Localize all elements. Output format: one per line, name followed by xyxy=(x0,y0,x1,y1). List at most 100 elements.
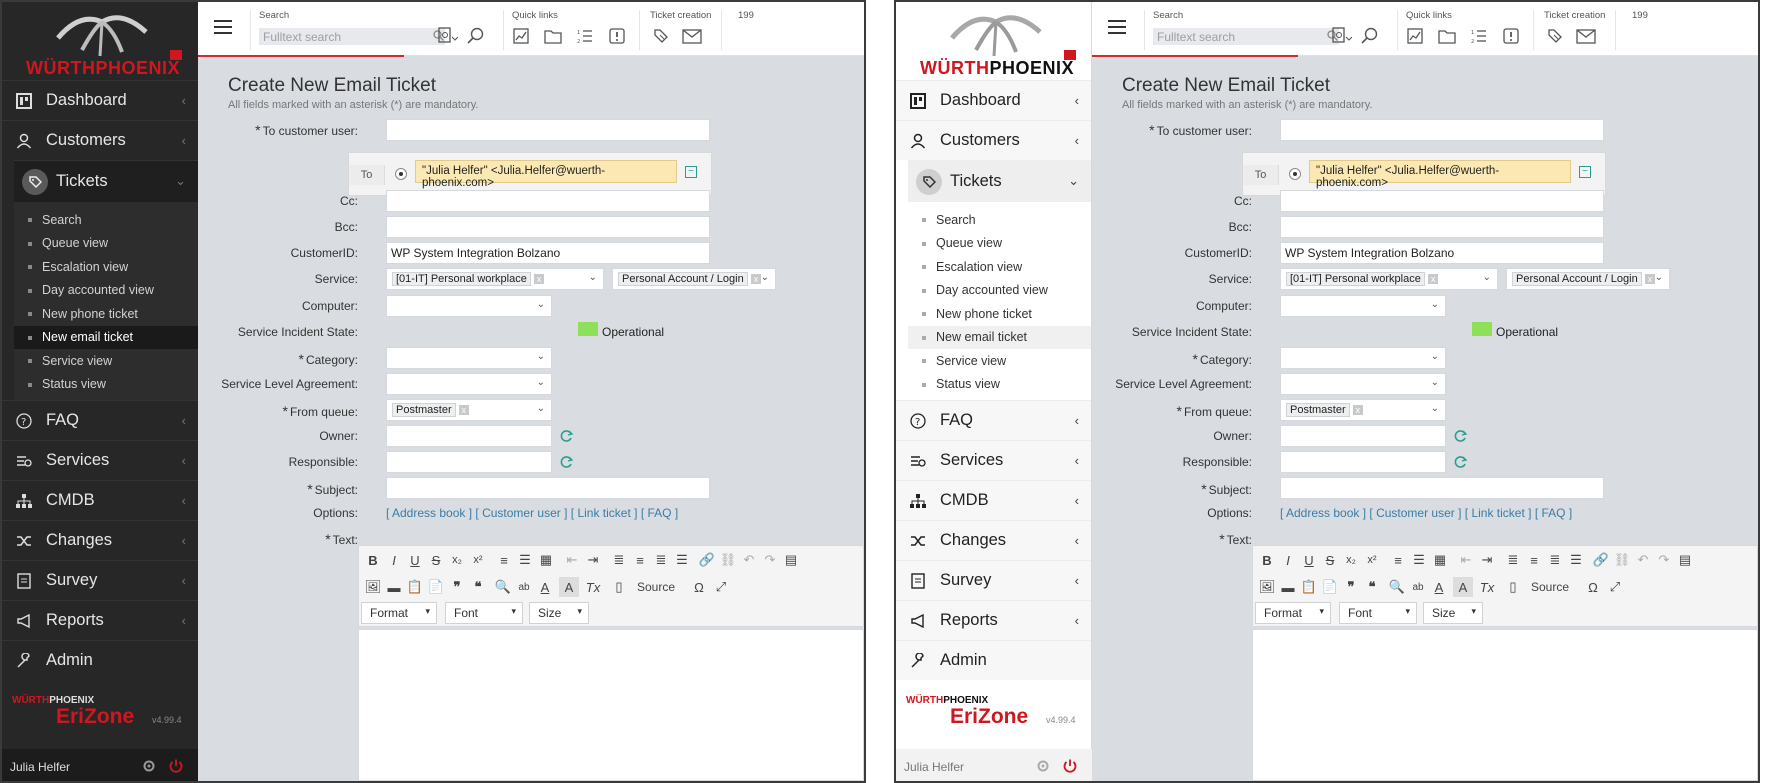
recipient-radio[interactable] xyxy=(395,168,407,180)
nav-survey[interactable]: Survey ‹ xyxy=(896,560,1091,600)
search-templates-icon[interactable] xyxy=(1332,26,1352,46)
chip-remove-icon[interactable]: x xyxy=(533,274,545,284)
link-ticket-link[interactable]: [ Link ticket ] xyxy=(571,506,638,520)
submenu-new-phone-ticket[interactable]: New phone ticket xyxy=(14,302,198,326)
table-icon[interactable]: ▦ xyxy=(1430,550,1450,570)
power-icon[interactable] xyxy=(1062,758,1078,777)
size-dropdown[interactable]: Size ▾ xyxy=(529,602,589,624)
customer-user-link[interactable]: [ Customer user ] xyxy=(475,506,567,520)
search-templates-icon[interactable] xyxy=(438,26,458,46)
nav-dashboard[interactable]: Dashboard ‹ xyxy=(896,80,1091,120)
bullet-list-icon[interactable]: ☰ xyxy=(1409,550,1429,570)
nav-tickets[interactable]: Tickets ⌄ xyxy=(14,160,198,202)
chart-icon[interactable] xyxy=(511,26,531,46)
computer-select[interactable]: ⌄ xyxy=(1280,295,1446,317)
format-dropdown[interactable]: Format ▾ xyxy=(1255,602,1331,624)
blockquote-icon[interactable]: ❞ xyxy=(1341,577,1361,597)
background-color-icon[interactable]: A xyxy=(559,577,579,597)
refresh-icon[interactable] xyxy=(1454,455,1468,469)
superscript-icon[interactable]: x² xyxy=(1362,550,1382,570)
submenu-day-accounted-view[interactable]: Day accounted view xyxy=(14,279,198,303)
recipient-radio[interactable] xyxy=(1289,168,1301,180)
special-char-icon[interactable]: Ω xyxy=(689,577,709,597)
power-icon[interactable] xyxy=(168,758,184,777)
font-dropdown[interactable]: Font ▾ xyxy=(445,602,523,624)
submenu-new-phone-ticket[interactable]: New phone ticket xyxy=(908,302,1091,326)
bcc-input[interactable] xyxy=(1280,216,1604,238)
nav-reports[interactable]: Reports ‹ xyxy=(896,600,1091,640)
maximize-icon[interactable]: ⤢ xyxy=(1605,577,1625,597)
service-sub-select[interactable]: Personal Account / Login x ⌄ xyxy=(1506,268,1670,290)
nav-tickets[interactable]: Tickets ⌄ xyxy=(908,160,1091,202)
envelope-icon[interactable] xyxy=(682,26,702,46)
paste-text-icon[interactable]: 📄 xyxy=(1320,577,1340,597)
bcc-input[interactable] xyxy=(386,216,710,238)
gear-icon[interactable] xyxy=(142,759,156,776)
subscript-icon[interactable]: x₂ xyxy=(1341,550,1361,570)
phone-ticket-icon[interactable] xyxy=(651,26,671,46)
folder-icon[interactable] xyxy=(1437,26,1457,46)
spellcheck-icon[interactable]: ▯ xyxy=(1503,577,1523,597)
sla-select[interactable]: ⌄ xyxy=(1280,373,1446,395)
gear-icon[interactable] xyxy=(1036,759,1050,776)
strikethrough-icon[interactable]: S xyxy=(426,550,446,570)
chip-remove-icon[interactable]: x xyxy=(458,405,470,415)
submenu-search[interactable]: Search xyxy=(908,208,1091,232)
subject-input[interactable] xyxy=(386,477,710,499)
maximize-icon[interactable]: ⤢ xyxy=(711,577,731,597)
remove-quote-icon[interactable]: ❝ xyxy=(1362,577,1382,597)
submenu-new-email-ticket[interactable]: New email ticket xyxy=(14,325,198,349)
redo-icon[interactable]: ↷ xyxy=(760,550,780,570)
chip-remove-icon[interactable]: x xyxy=(1427,274,1439,284)
chip-remove-icon[interactable]: x xyxy=(1352,405,1364,415)
ordered-list-icon[interactable]: 12 xyxy=(1469,26,1489,46)
envelope-icon[interactable] xyxy=(1576,26,1596,46)
background-color-icon[interactable]: A xyxy=(1453,577,1473,597)
horizontal-rule-icon[interactable]: ▬ xyxy=(384,577,404,597)
paste-icon[interactable]: 📋 xyxy=(405,577,425,597)
submenu-new-email-ticket[interactable]: New email ticket xyxy=(908,325,1091,349)
nav-changes[interactable]: Changes ‹ xyxy=(2,520,198,560)
refresh-icon[interactable] xyxy=(560,455,574,469)
bullet-list-icon[interactable]: ☰ xyxy=(515,550,535,570)
exclamation-icon[interactable] xyxy=(607,26,627,46)
font-dropdown[interactable]: Font ▾ xyxy=(1339,602,1417,624)
responsible-input[interactable] xyxy=(386,451,552,473)
refresh-icon[interactable] xyxy=(560,429,574,443)
find-icon[interactable]: 🔍 xyxy=(1387,577,1407,597)
unlink-icon[interactable]: ⛓ xyxy=(718,550,738,570)
owner-input[interactable] xyxy=(1280,425,1446,447)
cc-input[interactable] xyxy=(386,190,710,212)
nav-faq[interactable]: ? FAQ ‹ xyxy=(2,400,198,440)
bold-icon[interactable]: B xyxy=(1257,550,1277,570)
responsible-input[interactable] xyxy=(1280,451,1446,473)
fulltext-search-input[interactable] xyxy=(259,28,445,45)
spellcheck-icon[interactable]: ▯ xyxy=(609,577,629,597)
submenu-service-view[interactable]: Service view xyxy=(14,349,198,373)
replace-icon[interactable]: ab xyxy=(1408,577,1428,597)
paste-icon[interactable]: 📋 xyxy=(1299,577,1319,597)
image-icon[interactable]: 🖼 xyxy=(363,577,383,597)
italic-icon[interactable]: I xyxy=(384,550,404,570)
link-ticket-link[interactable]: [ Link ticket ] xyxy=(1465,506,1532,520)
justify-icon[interactable]: ☰ xyxy=(1566,550,1586,570)
to-customer-user-input[interactable] xyxy=(386,119,710,141)
submenu-search[interactable]: Search xyxy=(14,208,198,232)
remove-recipient-icon[interactable]: − xyxy=(685,166,697,178)
align-right-icon[interactable]: ≣ xyxy=(651,550,671,570)
link-icon[interactable]: 🔗 xyxy=(1591,550,1611,570)
submenu-queue-view[interactable]: Queue view xyxy=(14,232,198,256)
text-editor[interactable] xyxy=(358,629,864,781)
blockquote-icon[interactable]: ❞ xyxy=(447,577,467,597)
remove-format-icon[interactable]: Tx xyxy=(1477,577,1497,597)
justify-icon[interactable]: ☰ xyxy=(672,550,692,570)
horizontal-rule-icon[interactable]: ▬ xyxy=(1278,577,1298,597)
outdent-icon[interactable]: ⇤ xyxy=(1456,550,1476,570)
strikethrough-icon[interactable]: S xyxy=(1320,550,1340,570)
nav-admin[interactable]: Admin xyxy=(2,640,198,680)
table-icon[interactable]: ▦ xyxy=(536,550,556,570)
category-select[interactable]: ⌄ xyxy=(386,347,552,369)
service-select[interactable]: [01-IT] Personal workplace x ⌄ xyxy=(1280,268,1498,290)
remove-quote-icon[interactable]: ❝ xyxy=(468,577,488,597)
submenu-day-accounted-view[interactable]: Day accounted view xyxy=(908,279,1091,303)
